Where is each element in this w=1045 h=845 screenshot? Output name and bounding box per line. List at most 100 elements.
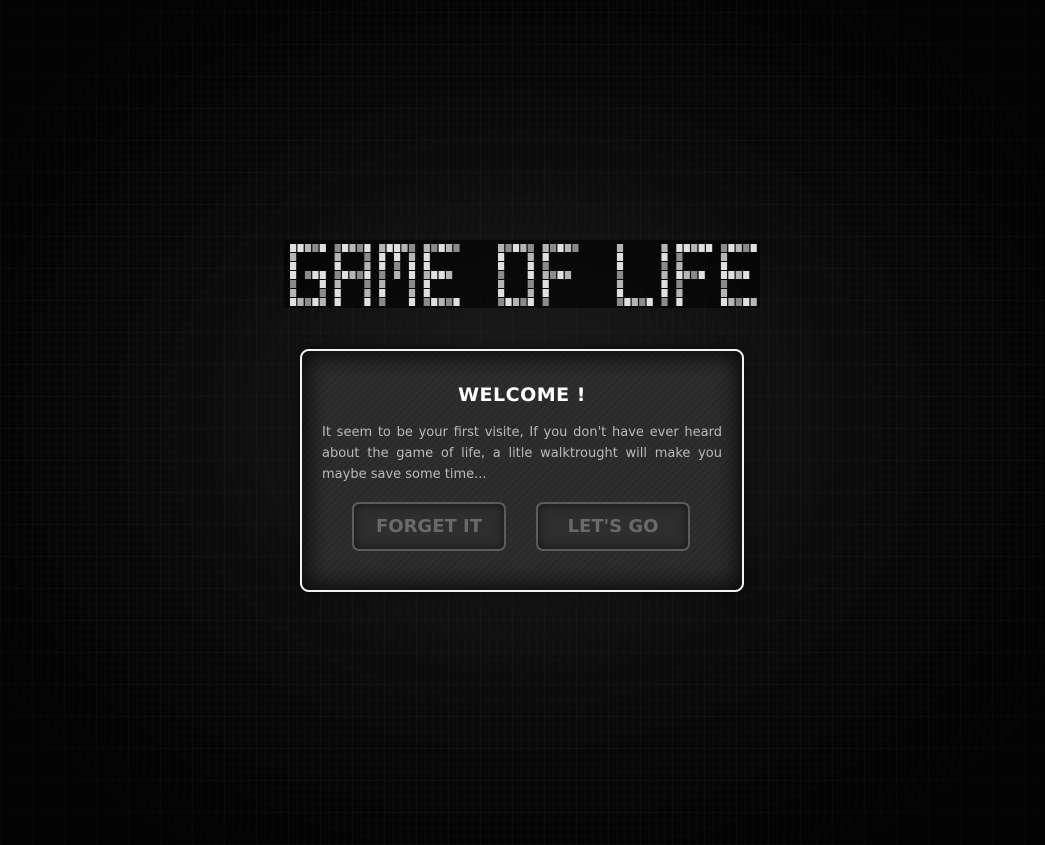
logo-pixel-cell [676, 280, 683, 288]
logo-pixel-cell [319, 280, 326, 288]
logo-pixel-cell [290, 271, 297, 279]
logo-pixel-cell [290, 244, 297, 252]
logo-pixel-cell [498, 262, 505, 270]
logo-pixel-cell [379, 244, 386, 252]
logo-pixel-cell [743, 271, 750, 279]
logo-pixel-cell [438, 244, 445, 252]
logo-pixel-cell [356, 244, 364, 252]
logo-pixel-cell [750, 298, 757, 306]
logo-pixel-cell [743, 244, 750, 252]
logo-pixel-cell [379, 253, 386, 261]
logo-pixel-cell [542, 271, 549, 279]
logo-pixel-cell [408, 298, 416, 306]
logo-pixel-cell [408, 244, 416, 252]
logo-pixel-cell [304, 298, 312, 306]
logo-pixel-cell [423, 298, 430, 306]
logo-pixel-cell [527, 244, 534, 252]
logo-pixel-cell [683, 271, 690, 279]
logo-pixel-cell [527, 280, 534, 288]
logo-pixel-cell [639, 298, 646, 306]
logo-pixel-cell [661, 244, 668, 252]
logo-pixel-cell [342, 244, 349, 252]
logo-pixel-cell [394, 253, 401, 261]
logo-pixel-cell [334, 271, 341, 279]
logo-pixel-cell [334, 289, 341, 297]
logo-pixel-cell [498, 280, 505, 288]
logo-pixel-cell [550, 271, 557, 279]
logo-pixel-cell [542, 289, 549, 297]
logo-pixel-cell [527, 298, 534, 306]
logo-pixel-cell [750, 244, 757, 252]
logo-pixel-cell [542, 262, 549, 270]
logo-pixel-cell [520, 244, 527, 252]
logo-pixel-cell [631, 298, 638, 306]
logo-pixel-cell [505, 244, 512, 252]
logo-title-text: GAME OF LIFE [282, 310, 283, 311]
logo-pixel-cell [683, 244, 690, 252]
logo-pixel-cell [720, 298, 728, 306]
logo-pixel-cell [616, 298, 624, 306]
logo-pixel-cell [394, 271, 401, 279]
logo-pixel-cell [297, 244, 304, 252]
logo-pixel-cell [453, 244, 460, 252]
logo-pixel-cell [379, 280, 386, 288]
logo-pixel-cell [423, 262, 430, 270]
logo-pixel-cell [720, 271, 728, 279]
logo-pixel-cell [720, 244, 728, 252]
logo-pixel-cell [728, 244, 735, 252]
logo-pixel-cell [438, 298, 445, 306]
logo-pixel-cell [312, 298, 319, 306]
logo-pixel-cell [720, 262, 728, 270]
logo-pixel-cell [616, 289, 624, 297]
game-background: GAME OF LIFE WELCOME ! It seem to be you… [0, 0, 1045, 845]
logo-pixel-cell [676, 253, 683, 261]
logo-pixel-cell [512, 244, 520, 252]
logo-pixel-cell [379, 271, 386, 279]
logo-pixel-cell [364, 244, 371, 252]
logo-pixel-cell [564, 271, 572, 279]
logo-pixel-cell [423, 289, 430, 297]
logo-pixel-cell [616, 280, 624, 288]
logo-pixel-cell [527, 289, 534, 297]
logo-pixel-cell [616, 271, 624, 279]
lets-go-button[interactable]: LET'S GO [536, 502, 690, 551]
logo-pixel-cell [676, 298, 683, 306]
logo-pixel-cell [394, 262, 401, 270]
logo-pixel-cell [735, 271, 742, 279]
logo-pixel-cell [453, 298, 460, 306]
logo-pixel-cell [505, 298, 512, 306]
logo-pixel-cell [676, 289, 683, 297]
logo-pixel-cell [334, 298, 341, 306]
logo-pixel-cell [698, 271, 705, 279]
logo-pixel-cell [364, 280, 371, 288]
logo-pixel-cell [408, 271, 416, 279]
logo-pixel-cell [446, 298, 453, 306]
logo-pixel-cell [720, 280, 728, 288]
logo-pixel-cell [431, 298, 438, 306]
logo-pixel-cell [334, 244, 341, 252]
logo-pixel-cell [527, 262, 534, 270]
logo-pixel-cell [319, 244, 326, 252]
logo-pixel-cell [408, 262, 416, 270]
logo-pixel-cell [349, 271, 356, 279]
logo-pixel-cell [743, 298, 750, 306]
forget-it-button[interactable]: FORGET IT [352, 502, 506, 551]
logo-pixel-cell [720, 289, 728, 297]
logo-pixel-cell [319, 289, 326, 297]
logo-pixel-cell [431, 271, 438, 279]
logo-pixel-cell [334, 253, 341, 261]
logo-pixel-cell [564, 244, 572, 252]
logo-pixel-cell [342, 271, 349, 279]
logo-pixel-cell [349, 244, 356, 252]
logo-pixel-cell [304, 271, 312, 279]
logo-pixel-cell [698, 244, 705, 252]
logo-pixel-cell [557, 244, 564, 252]
logo-pixel-cell [408, 280, 416, 288]
logo-pixel-cell [661, 298, 668, 306]
logo-pixel-cell [691, 271, 698, 279]
logo-pixel-cell [498, 253, 505, 261]
logo-pixel-cell [616, 244, 624, 252]
logo-pixel-cell [646, 298, 653, 306]
logo-pixel-cell [438, 271, 445, 279]
logo-pixel-cell [557, 271, 564, 279]
